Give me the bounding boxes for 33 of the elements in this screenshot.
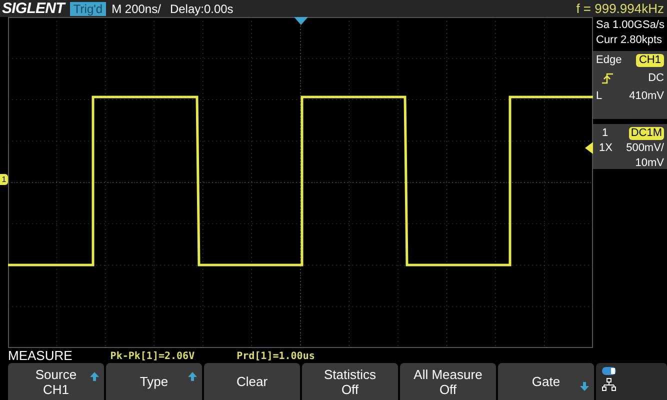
trigger-status: Trig'd <box>70 2 106 16</box>
channel-marker: 1 <box>0 174 8 185</box>
trigger-coupling: DC <box>648 71 664 86</box>
softkey-button[interactable]: Clear <box>204 363 300 400</box>
up-arrow-icon <box>90 372 99 381</box>
channel-number: 1 <box>601 126 608 141</box>
memory-depth-reading: Curr 2.80kpts <box>595 33 664 48</box>
network-icon <box>602 378 616 391</box>
softkey-button[interactable]: Type <box>106 363 202 400</box>
rising-edge-icon <box>602 73 614 84</box>
trigger-level-value: 410mV <box>629 89 664 104</box>
timebase-reading: M 200ns/ <box>112 2 161 14</box>
probe-ratio: 1X <box>598 141 612 156</box>
up-arrow-icon <box>188 372 197 381</box>
softkey-button[interactable]: Gate <box>498 363 594 400</box>
channel-offset: 10mV <box>635 156 664 171</box>
trigger-level-label: L <box>596 89 602 104</box>
sample-rate-reading: Sa 1.00GSa/s <box>595 18 666 33</box>
softkey-button[interactable]: Source CH1 <box>8 363 104 400</box>
down-arrow-icon <box>580 382 589 391</box>
delay-reading: Delay:0.00s <box>170 2 234 14</box>
trigger-type: Edge <box>596 53 622 68</box>
measurement-reading: Pk-Pk[1]=2.06V <box>110 352 195 362</box>
measurement-reading: Prd[1]=1.00us <box>236 352 315 362</box>
trigger-source-badge: CH1 <box>636 54 664 67</box>
vertical-scale: 500mV/ <box>626 141 664 156</box>
measure-title: MEASURE <box>8 349 72 362</box>
toggle-icon <box>602 367 616 375</box>
brand-logo: SIGLENT <box>2 1 64 16</box>
softkey-button[interactable]: All Measure Off <box>400 363 496 400</box>
channel-coupling-badge: DC1M <box>628 127 664 140</box>
frequency-reading: f = 999.994kHz <box>576 2 664 15</box>
softkey-button[interactable]: Statistics Off <box>302 363 398 400</box>
